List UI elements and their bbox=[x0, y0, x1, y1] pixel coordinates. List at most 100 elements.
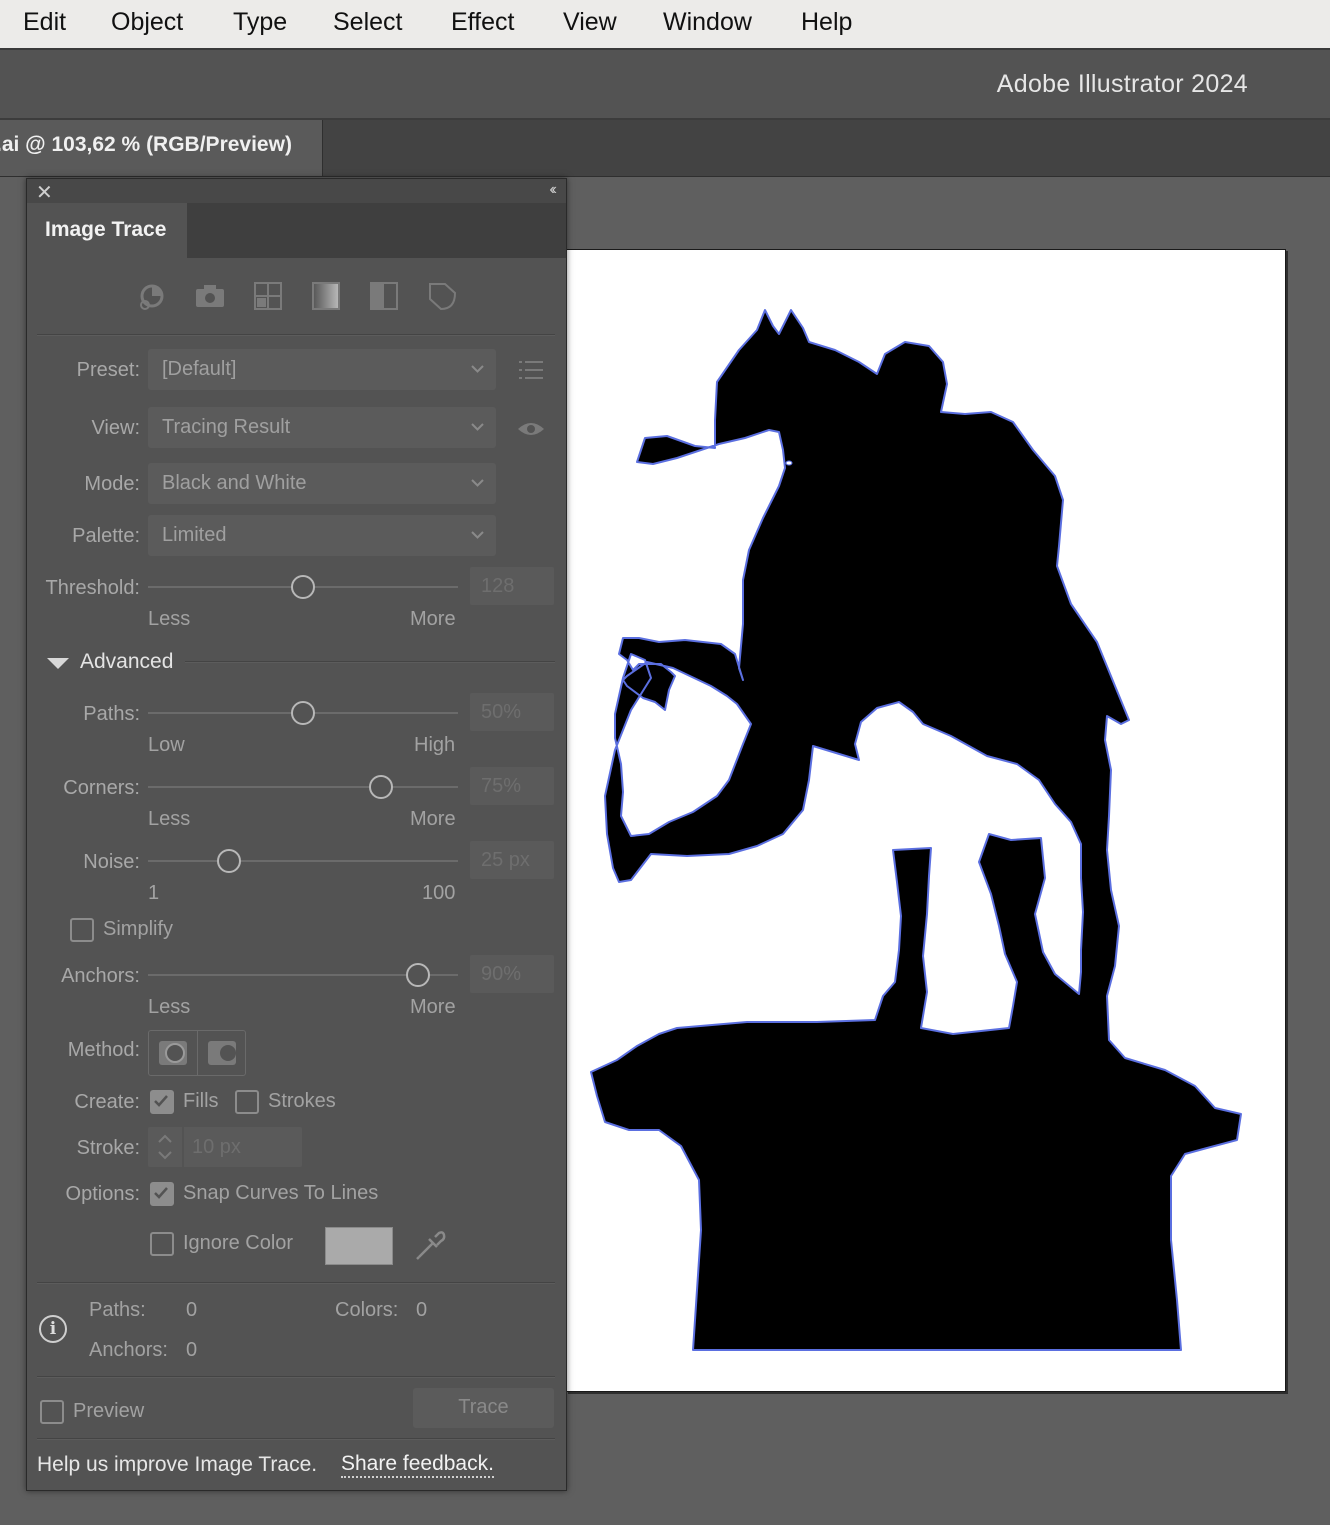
menu-edit[interactable]: Edit bbox=[23, 8, 66, 37]
noise-field[interactable]: 25 px bbox=[470, 841, 554, 879]
corners-slider[interactable] bbox=[148, 775, 458, 799]
traced-statue-silhouette[interactable] bbox=[567, 250, 1285, 1391]
fills-checkbox[interactable] bbox=[150, 1090, 174, 1114]
divider bbox=[37, 1376, 555, 1378]
simplify-label: Simplify bbox=[103, 918, 174, 940]
menu-bar: Edit Object Type Select Effect View Wind… bbox=[0, 0, 1330, 50]
corners-max-label: More bbox=[410, 808, 456, 830]
view-label: View: bbox=[91, 417, 140, 439]
black-white-icon[interactable] bbox=[367, 279, 401, 313]
overlapping-method-icon bbox=[208, 1041, 236, 1065]
stroke-label: Stroke: bbox=[76, 1137, 140, 1159]
mode-dropdown[interactable]: Black and White bbox=[148, 463, 496, 504]
paths-slider[interactable] bbox=[148, 701, 458, 725]
paths-field[interactable]: 50% bbox=[470, 693, 554, 731]
share-feedback-link[interactable]: Share feedback. bbox=[341, 1452, 494, 1478]
eye-icon[interactable] bbox=[516, 418, 546, 440]
menu-effect[interactable]: Effect bbox=[451, 8, 514, 37]
corners-label: Corners: bbox=[63, 777, 140, 799]
method-overlapping-button[interactable] bbox=[197, 1031, 246, 1075]
anchors-max-label: More bbox=[410, 996, 456, 1018]
ignore-color-label: Ignore Color bbox=[183, 1232, 294, 1254]
menu-window[interactable]: Window bbox=[663, 8, 752, 37]
noise-max-label: 100 bbox=[422, 882, 456, 904]
slider-knob[interactable] bbox=[291, 701, 315, 725]
chevron-down-icon bbox=[471, 423, 484, 431]
simplify-checkbox[interactable] bbox=[70, 918, 94, 942]
outline-icon[interactable] bbox=[425, 279, 459, 313]
ignore-color-swatch[interactable] bbox=[325, 1227, 393, 1265]
slider-knob[interactable] bbox=[405, 963, 430, 987]
paths-label: Paths: bbox=[83, 703, 140, 725]
panel-tab-row: Image Trace bbox=[27, 203, 566, 258]
document-tab[interactable]: .ai @ 103,62 % (RGB/Preview) bbox=[0, 120, 323, 176]
preset-icon-row bbox=[27, 279, 566, 319]
mode-label: Mode: bbox=[84, 473, 140, 495]
close-icon[interactable]: ✕ bbox=[36, 180, 53, 205]
info-icon: i bbox=[39, 1315, 67, 1343]
noise-slider[interactable] bbox=[148, 849, 458, 873]
divider bbox=[37, 334, 555, 336]
preset-value: [Default] bbox=[162, 358, 237, 380]
preset-menu-icon[interactable] bbox=[517, 359, 545, 381]
low-color-icon[interactable] bbox=[251, 279, 285, 313]
grayscale-icon[interactable] bbox=[309, 279, 343, 313]
mode-value: Black and White bbox=[162, 472, 307, 494]
preset-dropdown[interactable]: [Default] bbox=[148, 349, 496, 390]
strokes-checkbox[interactable] bbox=[235, 1090, 259, 1114]
palette-label: Palette: bbox=[72, 525, 140, 547]
noise-min-label: 1 bbox=[148, 882, 160, 904]
anchors-slider[interactable] bbox=[148, 963, 458, 987]
artboard[interactable] bbox=[566, 249, 1286, 1392]
noise-value: 25 px bbox=[481, 849, 530, 871]
palette-dropdown[interactable]: Limited bbox=[148, 515, 496, 556]
menu-object[interactable]: Object bbox=[111, 8, 183, 37]
method-abutting-button[interactable] bbox=[149, 1031, 197, 1075]
threshold-min-label: Less bbox=[148, 608, 191, 630]
corners-field[interactable]: 75% bbox=[470, 767, 554, 805]
info-anchors-value: 0 bbox=[186, 1339, 198, 1361]
preview-label: Preview bbox=[73, 1400, 145, 1422]
advanced-label: Advanced bbox=[80, 650, 174, 673]
snap-curves-checkbox[interactable] bbox=[150, 1182, 174, 1206]
anchors-field[interactable]: 90% bbox=[470, 955, 554, 993]
snap-curves-label: Snap Curves To Lines bbox=[183, 1182, 379, 1204]
menu-view[interactable]: View bbox=[563, 8, 617, 37]
menu-type[interactable]: Type bbox=[233, 8, 287, 37]
info-colors-value: 0 bbox=[416, 1299, 428, 1321]
threshold-label: Threshold: bbox=[45, 577, 141, 599]
auto-color-icon[interactable] bbox=[135, 279, 169, 313]
app-title: Adobe Illustrator 2024 bbox=[996, 70, 1248, 98]
slider-knob[interactable] bbox=[291, 575, 315, 599]
paths-max-label: High bbox=[414, 734, 456, 756]
threshold-field[interactable]: 128 bbox=[470, 567, 554, 605]
stroke-value: 10 px bbox=[192, 1136, 241, 1158]
stroke-field[interactable]: 10 px bbox=[184, 1127, 302, 1167]
trace-button-label: Trace bbox=[458, 1396, 509, 1418]
paths-min-label: Low bbox=[148, 734, 185, 756]
chevron-down-icon bbox=[471, 479, 484, 487]
fills-label: Fills bbox=[183, 1090, 219, 1112]
menu-select[interactable]: Select bbox=[333, 8, 402, 37]
tab-image-trace[interactable]: Image Trace bbox=[27, 203, 187, 258]
trace-button[interactable]: Trace bbox=[413, 1388, 554, 1428]
document-tab-strip: .ai @ 103,62 % (RGB/Preview) bbox=[0, 120, 1330, 177]
stroke-stepper[interactable] bbox=[148, 1127, 182, 1167]
noise-label: Noise: bbox=[83, 851, 140, 873]
slider-knob[interactable] bbox=[216, 849, 241, 873]
menu-help[interactable]: Help bbox=[801, 8, 852, 37]
slider-knob[interactable] bbox=[368, 775, 393, 799]
preview-checkbox[interactable] bbox=[40, 1400, 64, 1424]
palette-value: Limited bbox=[162, 524, 227, 546]
collapse-panel-icon[interactable]: ‹‹ bbox=[549, 181, 556, 199]
tab-image-trace-label: Image Trace bbox=[45, 218, 167, 241]
high-color-icon[interactable] bbox=[193, 279, 227, 313]
corners-value: 75% bbox=[481, 775, 522, 797]
view-dropdown[interactable]: Tracing Result bbox=[148, 407, 496, 448]
eyedropper-icon[interactable] bbox=[413, 1227, 449, 1263]
anchors-label: Anchors: bbox=[61, 965, 140, 987]
app-header: Adobe Illustrator 2024 bbox=[0, 50, 1330, 120]
method-label: Method: bbox=[67, 1039, 140, 1061]
ignore-color-checkbox[interactable] bbox=[150, 1232, 174, 1256]
threshold-slider[interactable] bbox=[148, 575, 458, 599]
